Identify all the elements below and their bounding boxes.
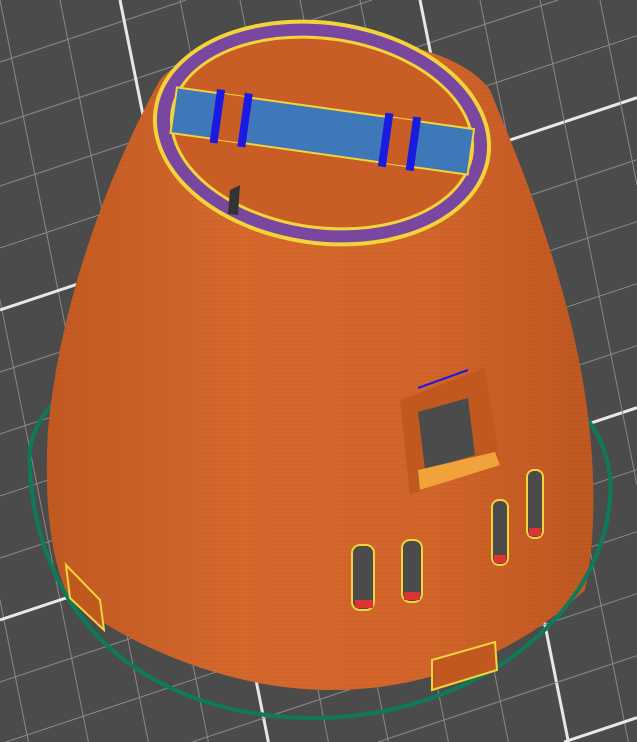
- grid-line: [0, 599, 29, 742]
- slicer-preview-viewport[interactable]: [0, 0, 637, 742]
- grid-line: [599, 0, 637, 186]
- preview-canvas[interactable]: [0, 0, 637, 742]
- grid-line: [0, 0, 187, 63]
